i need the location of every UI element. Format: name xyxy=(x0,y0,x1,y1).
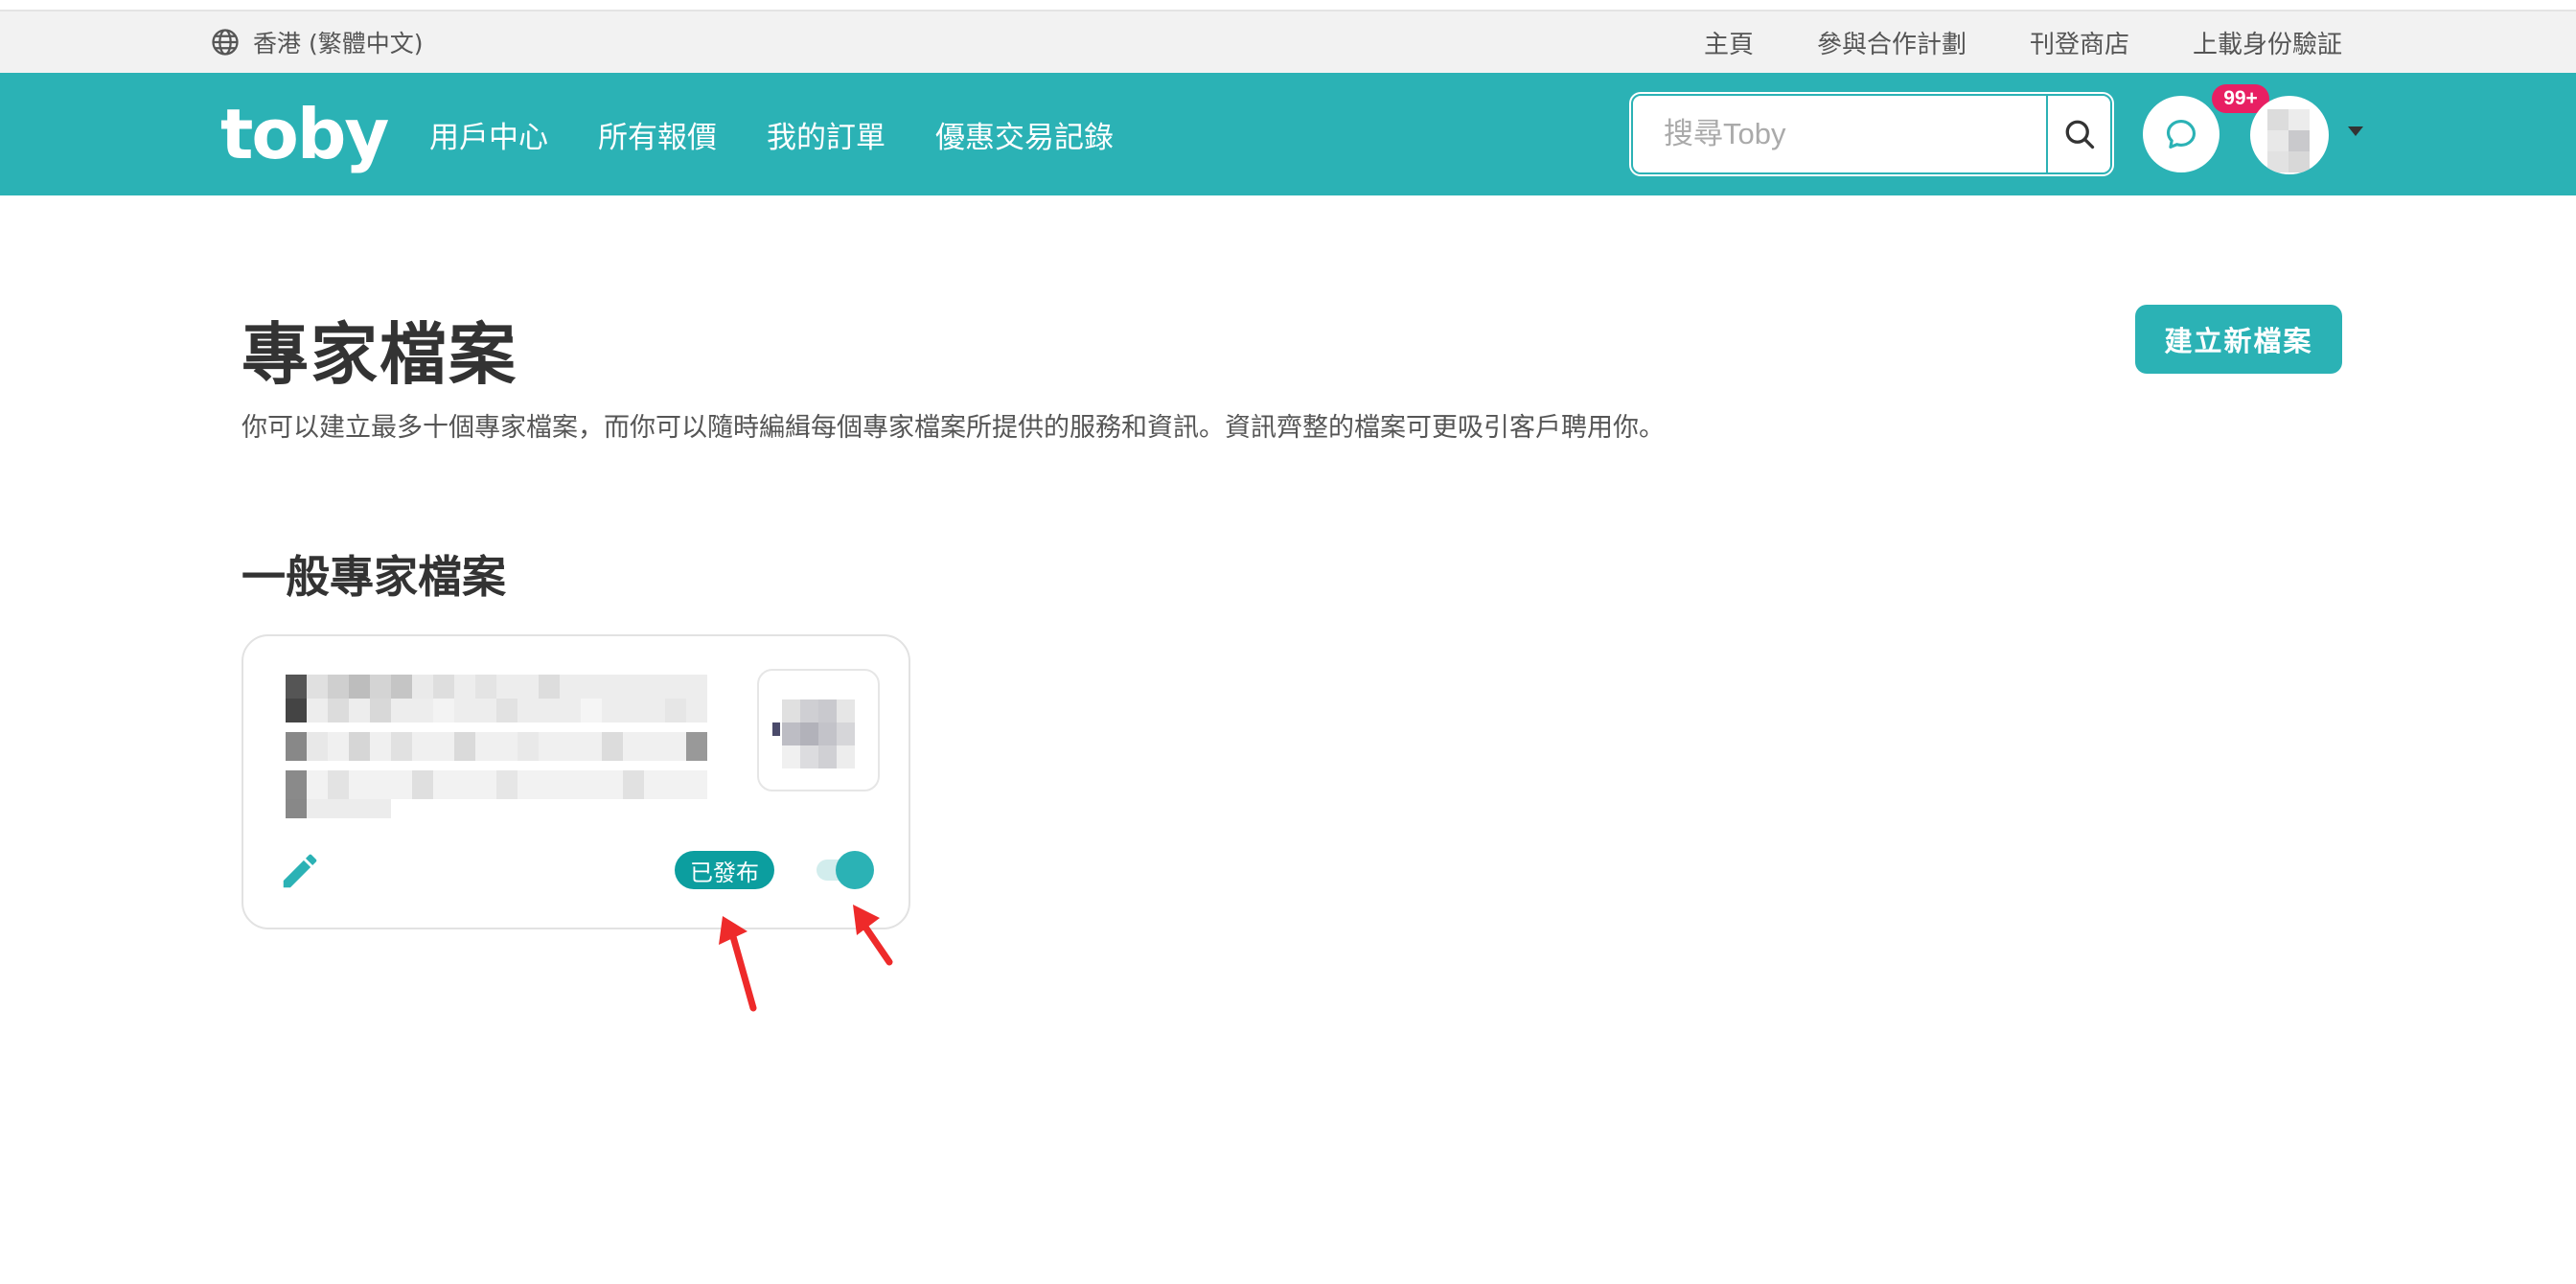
annotation-arrow-icon xyxy=(853,905,893,966)
messages-button[interactable] xyxy=(2143,96,2220,172)
locale-selector[interactable]: 香港 (繁體中文) xyxy=(211,11,423,73)
top-link-home[interactable]: 主頁 xyxy=(1704,25,1754,60)
account-dropdown-caret-icon[interactable] xyxy=(2348,126,2363,136)
nav-link-my-orders[interactable]: 我的訂單 xyxy=(767,113,886,156)
search-input[interactable] xyxy=(1633,96,2046,172)
avatar-pixel xyxy=(2267,109,2288,130)
search-icon xyxy=(2065,120,2094,149)
avatar-pixel xyxy=(2288,151,2310,172)
avatar[interactable] xyxy=(2250,96,2329,174)
search-box xyxy=(1631,94,2112,174)
nav-link-deal-records[interactable]: 優惠交易記錄 xyxy=(935,113,1114,156)
nav-link-user-center[interactable]: 用戶中心 xyxy=(429,113,548,156)
globe-icon xyxy=(212,29,239,56)
top-links: 主頁 參與合作計劃 刊登商店 上載身份驗証 xyxy=(1704,11,2342,73)
top-link-partner-program[interactable]: 參與合作計劃 xyxy=(1817,25,1966,60)
main-navbar: toby 用戶中心 所有報價 我的訂單 優惠交易記錄 99+ xyxy=(0,73,2576,195)
top-link-list-store[interactable]: 刊登商店 xyxy=(2030,25,2129,60)
published-status-badge: 已發布 xyxy=(675,851,774,889)
nav-link-all-quotes[interactable]: 所有報價 xyxy=(598,113,717,156)
profile-name-redacted xyxy=(286,675,707,722)
profile-card[interactable]: 已發布 xyxy=(242,634,910,929)
annotation-arrow-icon xyxy=(719,916,757,1012)
avatar-pixel xyxy=(2267,130,2288,151)
edit-pencil-icon[interactable] xyxy=(278,849,322,893)
nav-links: 用戶中心 所有報價 我的訂單 優惠交易記錄 xyxy=(429,73,1114,195)
top-utility-bar: 香港 (繁體中文) 主頁 參與合作計劃 刊登商店 上載身份驗証 xyxy=(0,10,2576,73)
chat-bubble-icon xyxy=(2166,119,2196,149)
avatar-pixel xyxy=(2288,130,2310,151)
page-description: 你可以建立最多十個專家檔案，而你可以隨時編緝每個專家檔案所提供的服務和資訊。資訊… xyxy=(242,413,1665,443)
top-link-upload-id-verification[interactable]: 上載身份驗証 xyxy=(2193,25,2342,60)
create-new-profile-button[interactable]: 建立新檔案 xyxy=(2135,305,2342,374)
toby-logo[interactable]: toby xyxy=(220,94,389,174)
section-title: 一般專家檔案 xyxy=(242,551,506,603)
locale-label: 香港 (繁體中文) xyxy=(253,30,424,57)
toggle-knob xyxy=(836,851,874,889)
search-button[interactable] xyxy=(2046,96,2110,172)
profile-thumbnail-redacted xyxy=(772,699,855,768)
profile-description-redacted xyxy=(286,732,707,818)
avatar-pixel xyxy=(2288,109,2310,130)
profile-thumbnail xyxy=(757,669,880,791)
page-title: 專家檔案 xyxy=(242,315,518,394)
publish-toggle[interactable] xyxy=(815,851,876,889)
avatar-pixel xyxy=(2267,151,2288,172)
